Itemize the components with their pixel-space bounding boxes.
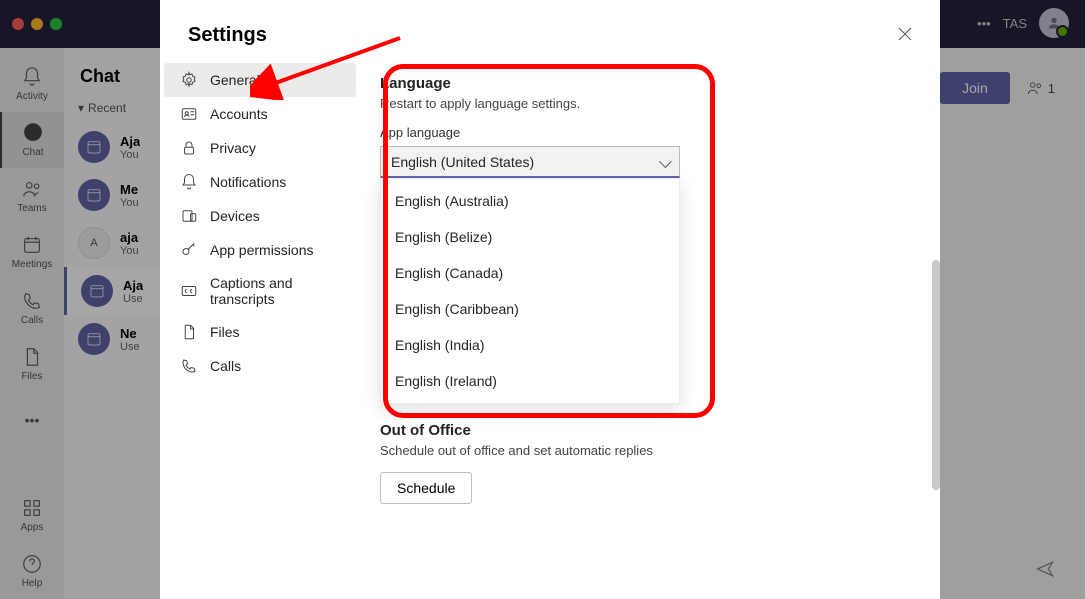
settings-nav: General Accounts Privacy Notifications D… xyxy=(160,59,360,598)
language-option[interactable]: English (Ireland) xyxy=(381,363,679,399)
settings-nav-devices[interactable]: Devices xyxy=(164,199,356,233)
scrollbar[interactable] xyxy=(932,260,940,490)
settings-title: Settings xyxy=(188,24,267,47)
language-option[interactable]: English (Caribbean) xyxy=(381,291,679,327)
nav-label: Devices xyxy=(210,208,260,224)
cc-icon xyxy=(180,282,198,300)
app-language-select[interactable]: English (United States) xyxy=(380,146,680,178)
settings-nav-notifications[interactable]: Notifications xyxy=(164,165,356,199)
key-icon xyxy=(180,241,198,259)
app-language-label: App language xyxy=(380,125,912,140)
gear-icon xyxy=(180,71,198,89)
person-card-icon xyxy=(180,105,198,123)
settings-nav-accounts[interactable]: Accounts xyxy=(164,97,356,131)
schedule-button[interactable]: Schedule xyxy=(380,472,472,504)
settings-nav-captions[interactable]: Captions and transcripts xyxy=(164,267,356,315)
nav-label: Files xyxy=(210,324,240,340)
select-value: English (United States) xyxy=(391,154,534,170)
language-dropdown: English (Australia) English (Belize) Eng… xyxy=(380,178,680,404)
language-section-sub: Restart to apply language settings. xyxy=(380,96,912,111)
phone-icon xyxy=(180,357,198,375)
settings-nav-privacy[interactable]: Privacy xyxy=(164,131,356,165)
ooo-title: Out of Office xyxy=(380,422,912,439)
nav-label: Accounts xyxy=(210,106,268,122)
settings-content: Language Restart to apply language setti… xyxy=(360,59,940,598)
settings-nav-general[interactable]: General xyxy=(164,63,356,97)
language-section-title: Language xyxy=(380,75,912,92)
nav-label: Notifications xyxy=(210,174,286,190)
nav-label: App permissions xyxy=(210,242,314,258)
language-option[interactable]: English (Australia) xyxy=(381,183,679,219)
settings-nav-files[interactable]: Files xyxy=(164,315,356,349)
bell-icon xyxy=(180,173,198,191)
language-option[interactable]: English (India) xyxy=(381,327,679,363)
ooo-sub: Schedule out of office and set automatic… xyxy=(380,443,912,458)
settings-nav-calls[interactable]: Calls xyxy=(164,349,356,383)
settings-modal: Settings General Accounts Privacy Notifi… xyxy=(160,0,940,599)
nav-label: Calls xyxy=(210,358,241,374)
device-icon xyxy=(180,207,198,225)
nav-label: General xyxy=(210,72,260,88)
nav-label: Captions and transcripts xyxy=(210,275,340,307)
settings-nav-app-permissions[interactable]: App permissions xyxy=(164,233,356,267)
nav-label: Privacy xyxy=(210,140,256,156)
file-icon xyxy=(180,323,198,341)
language-option[interactable]: English (Canada) xyxy=(381,255,679,291)
lock-icon xyxy=(180,139,198,157)
close-icon[interactable] xyxy=(898,25,912,46)
language-option[interactable]: English (Belize) xyxy=(381,219,679,255)
